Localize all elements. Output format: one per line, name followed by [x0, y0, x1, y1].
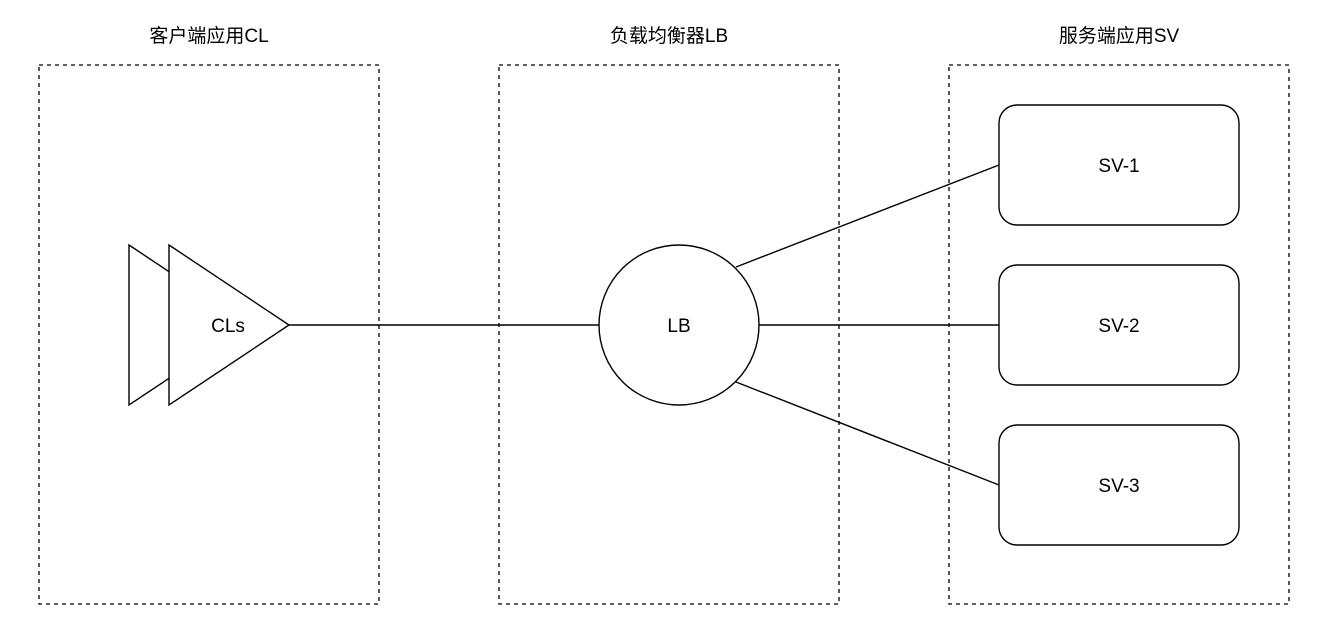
clients-node[interactable]: CLs [128, 243, 291, 407]
sv2-node[interactable]: SV-2 [998, 264, 1240, 386]
sv1-node[interactable]: SV-1 [998, 104, 1240, 226]
clients-label: CLs [211, 316, 245, 337]
sv2-label: SV-2 [1098, 316, 1139, 337]
edge-lb-sv3 [735, 381, 1000, 486]
edge-lb-sv1 [735, 164, 1000, 268]
architecture-diagram: 客户端应用CL 负载均衡器LB 服务端应用SV CLs LB SV-1 SV-2… [38, 25, 1290, 605]
sv3-node[interactable]: SV-3 [998, 424, 1240, 546]
server-group-title: 服务端应用SV [1059, 25, 1180, 47]
sv3-label: SV-3 [1098, 476, 1139, 497]
sv1-label: SV-1 [1098, 156, 1139, 177]
balancer-group-title: 负载均衡器LB [610, 25, 728, 47]
lb-label: LB [667, 316, 690, 337]
client-group-title: 客户端应用CL [149, 25, 268, 47]
lb-node[interactable]: LB [598, 244, 760, 406]
